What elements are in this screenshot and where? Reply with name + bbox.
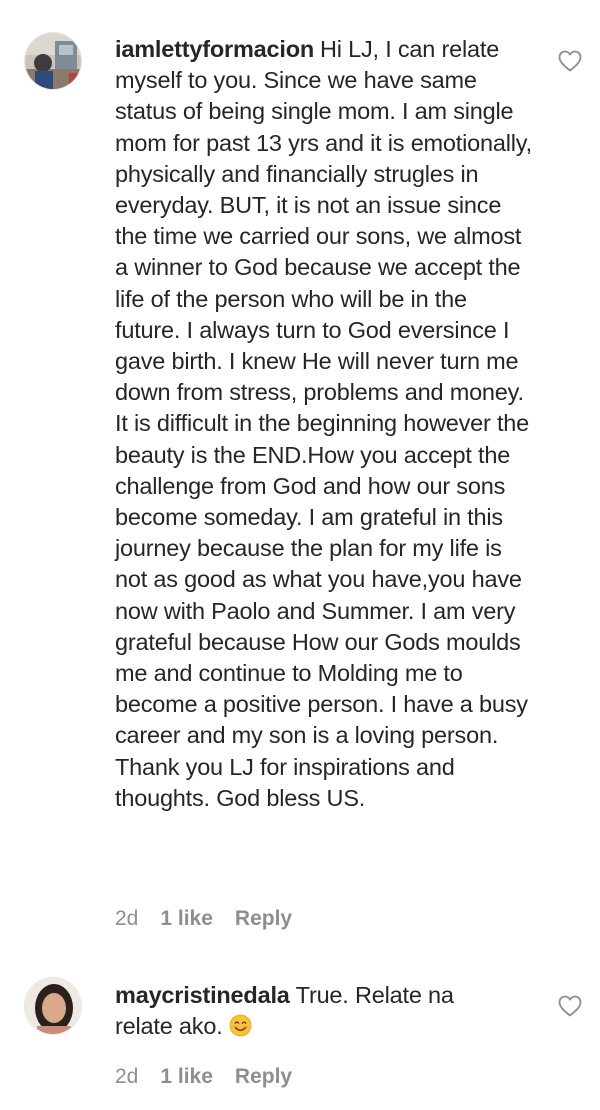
avatar[interactable]	[24, 977, 82, 1035]
comment-username[interactable]: maycristinedala	[115, 982, 290, 1008]
like-heart-icon[interactable]	[558, 50, 582, 72]
like-heart-icon[interactable]	[558, 995, 582, 1017]
comment-item: maycristinedala True. Relate na relate ak…	[0, 950, 600, 1110]
comment-likes-count[interactable]: 1 like	[160, 907, 213, 931]
reply-button[interactable]: Reply	[235, 907, 292, 931]
smiling-face-emoji-icon	[229, 1014, 252, 1037]
comment-timestamp[interactable]: 2d	[115, 907, 138, 931]
comment-timestamp[interactable]: 2d	[115, 1065, 138, 1089]
comment-text-block: maycristinedala True. Relate na relate ak…	[115, 980, 505, 1042]
avatar-image	[25, 33, 81, 89]
comment-meta: 2d 1 like Reply	[115, 907, 292, 931]
comment-text: Hi LJ, I can relate myself to you. Since…	[115, 36, 532, 811]
avatar-image	[25, 978, 81, 1034]
comment-item: iamlettyformacion Hi LJ, I can relate mys…	[0, 0, 600, 950]
reply-button[interactable]: Reply	[235, 1065, 292, 1089]
comment-username[interactable]: iamlettyformacion	[115, 36, 314, 62]
comment-meta: 2d 1 like Reply	[115, 1065, 292, 1089]
comment-likes-count[interactable]: 1 like	[160, 1065, 213, 1089]
avatar[interactable]	[24, 32, 82, 90]
comment-text-block: iamlettyformacion Hi LJ, I can relate mys…	[115, 34, 535, 814]
